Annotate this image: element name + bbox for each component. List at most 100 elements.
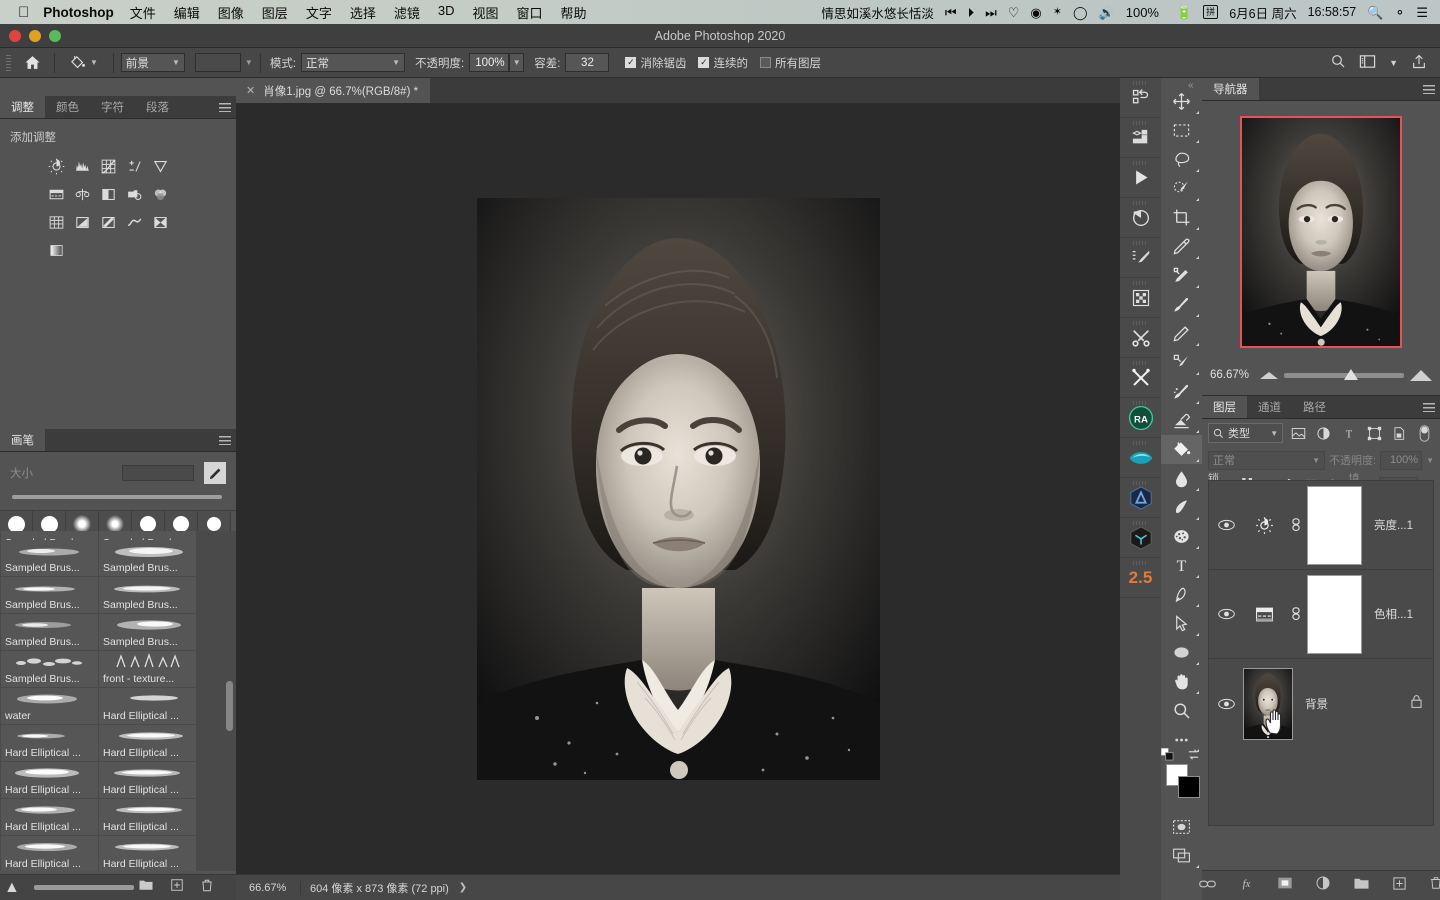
volume-icon[interactable]: 🔊 [1099,6,1115,19]
layer-filter-type-select[interactable]: 类型 ▼ [1208,423,1284,443]
curves-icon[interactable] [96,153,121,179]
tolerance-input[interactable]: 32 [565,53,610,72]
new-layer-icon[interactable] [1392,876,1407,896]
path-selection-tool[interactable] [1161,609,1202,638]
fill-source-select[interactable]: 前景 ▼ [120,53,185,72]
list-item[interactable]: Hard Elliptical ... [99,762,196,798]
add-mask-icon[interactable] [1277,876,1293,895]
all-layers-checkbox[interactable]: 所有图层 [759,55,821,71]
quick-mask-button[interactable] [1161,812,1202,841]
channel-mixer-icon[interactable] [148,181,173,207]
list-item[interactable]: Hard Elliptical ... [1,725,98,761]
search-icon[interactable] [1330,53,1346,72]
new-adjustment-icon[interactable] [1315,875,1331,896]
hue-saturation-icon[interactable] [44,181,69,207]
color-balance-icon[interactable] [70,181,95,207]
threshold-icon[interactable] [122,209,147,235]
list-item[interactable]: Sampled Brus... [1,614,98,650]
filter-toggle-icon[interactable] [1415,423,1434,443]
gradient-map-icon[interactable] [44,237,69,263]
layer-locked-icon[interactable] [1410,694,1423,714]
chevron-right-icon[interactable]: ❯ [459,882,467,893]
list-item[interactable]: Sampled Brus... [1,651,98,687]
list-item[interactable]: Sampled Brush [1,531,98,540]
pencil-icon[interactable] [204,462,226,484]
invert-icon[interactable] [70,209,95,235]
extension-tools-icon[interactable] [1120,318,1161,358]
list-item[interactable]: Sampled Brus... [99,614,196,650]
menu-item-3d[interactable]: 3D [438,3,455,22]
pattern-chevron-icon[interactable]: ▼ [245,58,253,67]
table-row[interactable]: 背景 [1209,659,1433,748]
play-icon[interactable]: ⏵ [968,6,975,19]
small-mountain-icon[interactable] [1260,371,1278,379]
eraser-tool[interactable] [1161,406,1202,435]
share-icon[interactable] [1411,53,1427,73]
extension-cube-icon[interactable] [1120,518,1161,558]
list-item[interactable]: Sampled Brus... [99,540,196,576]
siri-icon[interactable]: ⚬ [1394,6,1405,19]
extension-version-badge[interactable]: 2.5 [1120,558,1161,598]
status-zoom-level[interactable]: 66.67% [236,882,298,894]
new-brush-icon[interactable] [170,878,184,898]
tab-paths[interactable]: 路径 [1292,396,1337,418]
canvas-image[interactable] [476,198,880,780]
vibrance-icon[interactable] [148,153,173,179]
zoom-tool[interactable] [1161,696,1202,725]
menu-item-window[interactable]: 窗口 [517,3,543,22]
layer-visibility-toggle[interactable] [1209,608,1243,620]
extension-ra-icon[interactable]: RA [1120,398,1161,438]
navigator-preview-area[interactable] [1202,101,1440,363]
chevron-down-icon[interactable]: ▼ [1389,58,1398,68]
list-item[interactable]: Sampled Brush [99,531,196,540]
heart-icon[interactable]: ♡ [1008,6,1020,19]
airdrop-icon[interactable]: ◉ [1030,6,1041,19]
large-mountain-icon[interactable] [1410,369,1432,381]
document-tab[interactable]: ✕ 肖像1.jpg @ 66.7%(RGB/8#) * [236,78,431,103]
list-item[interactable]: Hard Elliptical ... [99,799,196,835]
opacity-stepper[interactable]: ▼ [509,53,525,72]
layer-fx-icon[interactable]: fx [1238,875,1255,896]
selective-color-icon[interactable] [148,209,173,235]
filter-pixel-icon[interactable] [1289,423,1308,443]
hue-saturation-icon[interactable] [1243,606,1285,623]
antialias-checkbox[interactable]: ✓ 消除锯齿 [625,55,686,71]
extension-play-icon[interactable] [1120,158,1161,198]
layer-mask-link-icon[interactable] [1285,607,1307,621]
navigator-zoom-slider[interactable] [1284,368,1404,380]
lasso-tool[interactable] [1161,145,1202,174]
tab-adjustments[interactable]: 调整 [0,96,45,118]
photo-filter-icon[interactable] [122,181,147,207]
marquee-tool[interactable] [1161,116,1202,145]
filter-type-icon[interactable]: T [1339,423,1358,443]
menu-item-layer[interactable]: 图层 [262,3,288,22]
table-row[interactable]: 色相...1 [1209,570,1433,659]
list-item[interactable]: Hard Elliptical ... [1,836,98,871]
tab-character[interactable]: 字符 [90,96,135,118]
menu-item-filter[interactable]: 滤镜 [394,3,420,22]
apple-icon[interactable]:  [18,5,29,20]
panel-menu-button[interactable] [1418,78,1440,100]
filter-shape-icon[interactable] [1365,423,1384,443]
extension-history-icon[interactable] [1120,198,1161,238]
tab-navigator[interactable]: 导航器 [1202,78,1259,100]
delete-brush-icon[interactable] [200,878,214,898]
layer-mask-thumbnail[interactable] [1307,485,1362,565]
panel-menu-button[interactable] [1418,396,1440,418]
clone-stamp-tool[interactable] [1161,348,1202,377]
brush-tool[interactable] [1161,290,1202,319]
menu-item-image[interactable]: 图像 [218,3,244,22]
extension-assets-icon[interactable] [1120,118,1161,158]
workspace-icon[interactable] [1359,54,1376,72]
contiguous-checkbox[interactable]: ✓ 连续的 [698,55,748,71]
opacity-input[interactable]: 100% [469,53,510,72]
history-brush-tool[interactable] [1161,377,1202,406]
tab-paragraph[interactable]: 段落 [135,96,180,118]
panel-menu-button[interactable] [214,429,236,451]
link-layers-icon[interactable] [1199,877,1216,895]
blend-mode-select[interactable]: 正常 ▼ [301,53,406,72]
quick-selection-tool[interactable] [1161,174,1202,203]
layer-opacity-input[interactable]: 100% [1380,450,1423,470]
layer-thumbnail[interactable] [1243,667,1293,740]
new-folder-icon[interactable] [138,878,154,898]
